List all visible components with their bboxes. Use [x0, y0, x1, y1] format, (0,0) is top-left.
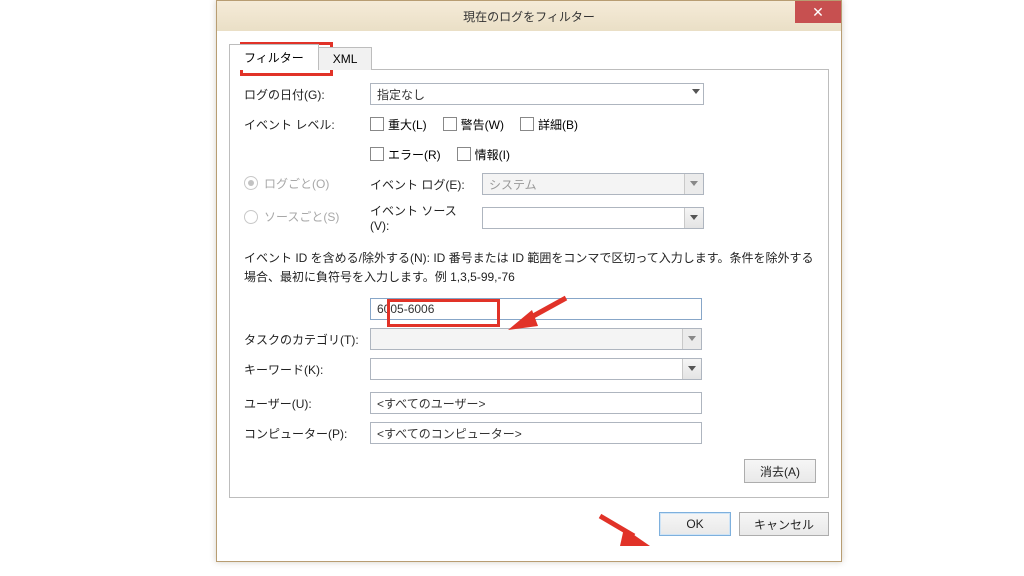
event-log-selected: システム	[489, 176, 537, 193]
clear-button[interactable]: 消去(A)	[744, 459, 816, 483]
titlebar: 現在のログをフィルター ✕	[217, 1, 841, 31]
radio-by-source[interactable]: ソースごと(S)	[244, 208, 339, 225]
radio-icon	[244, 210, 258, 224]
close-icon: ✕	[812, 5, 824, 19]
event-source-dropdown[interactable]	[482, 207, 704, 229]
tab-xml-label: XML	[333, 52, 358, 66]
chevron-down-icon	[682, 329, 701, 349]
check-info[interactable]: 情報(I)	[457, 146, 510, 163]
logged-dropdown[interactable]: 指定なし	[370, 83, 704, 105]
event-id-help: イベント ID を含める/除外する(N): ID 番号または ID 範囲をコンマ…	[244, 249, 816, 287]
check-critical[interactable]: 重大(L)	[370, 116, 427, 133]
check-info-label: 情報(I)	[475, 146, 510, 163]
ok-button[interactable]: OK	[659, 512, 731, 536]
logged-selected: 指定なし	[377, 86, 425, 103]
label-level: イベント レベル:	[244, 116, 370, 133]
label-logged: ログの日付(G):	[244, 86, 370, 103]
close-button[interactable]: ✕	[795, 1, 841, 23]
tab-xml[interactable]: XML	[318, 47, 373, 70]
tabs: フィルター XML	[229, 41, 829, 69]
radio-icon	[244, 176, 258, 190]
chevron-down-icon	[692, 88, 699, 95]
task-category-dropdown[interactable]	[370, 328, 702, 350]
radio-by-log[interactable]: ログごと(O)	[244, 175, 329, 192]
chevron-down-icon	[682, 359, 701, 379]
label-computer: コンピューター(P):	[244, 425, 370, 442]
label-event-source: イベント ソース(V):	[370, 202, 474, 233]
checkbox-icon	[457, 147, 471, 161]
filter-panel: ログの日付(G): 指定なし イベント レベル:	[229, 69, 829, 498]
checkbox-icon	[520, 117, 534, 131]
check-error-label: エラー(R)	[388, 146, 441, 163]
label-keywords: キーワード(K):	[244, 361, 370, 378]
chevron-down-icon	[684, 208, 703, 228]
checkbox-icon	[370, 117, 384, 131]
clear-button-label: 消去(A)	[760, 463, 800, 480]
dialog-content: フィルター XML ログの日付(G): 指定なし	[217, 31, 841, 544]
event-id-input[interactable]	[370, 298, 702, 320]
tab-filter[interactable]: フィルター	[229, 44, 319, 70]
check-verbose[interactable]: 詳細(B)	[520, 116, 578, 133]
dialog-buttons: OK キャンセル	[229, 512, 829, 536]
cancel-button-label: キャンセル	[754, 516, 814, 533]
user-input[interactable]	[370, 392, 702, 414]
checkbox-icon	[443, 117, 457, 131]
radio-by-log-label: ログごと(O)	[264, 175, 329, 192]
filter-log-dialog: 現在のログをフィルター ✕ フィルター XML ログの日付(G):	[216, 0, 842, 562]
check-warning[interactable]: 警告(W)	[443, 116, 504, 133]
chevron-down-icon	[684, 174, 703, 194]
label-user: ユーザー(U):	[244, 395, 370, 412]
window-title: 現在のログをフィルター	[463, 8, 595, 25]
label-task-category: タスクのカテゴリ(T):	[244, 331, 370, 348]
check-error[interactable]: エラー(R)	[370, 146, 441, 163]
label-event-log: イベント ログ(E):	[370, 176, 474, 193]
checkbox-icon	[370, 147, 384, 161]
check-verbose-label: 詳細(B)	[538, 116, 578, 133]
event-log-dropdown[interactable]: システム	[482, 173, 704, 195]
keywords-dropdown[interactable]	[370, 358, 702, 380]
check-warning-label: 警告(W)	[461, 116, 504, 133]
cancel-button[interactable]: キャンセル	[739, 512, 829, 536]
computer-input[interactable]	[370, 422, 702, 444]
radio-by-source-label: ソースごと(S)	[264, 208, 339, 225]
check-critical-label: 重大(L)	[388, 116, 427, 133]
ok-button-label: OK	[686, 517, 703, 531]
tab-filter-label: フィルター	[244, 51, 304, 65]
